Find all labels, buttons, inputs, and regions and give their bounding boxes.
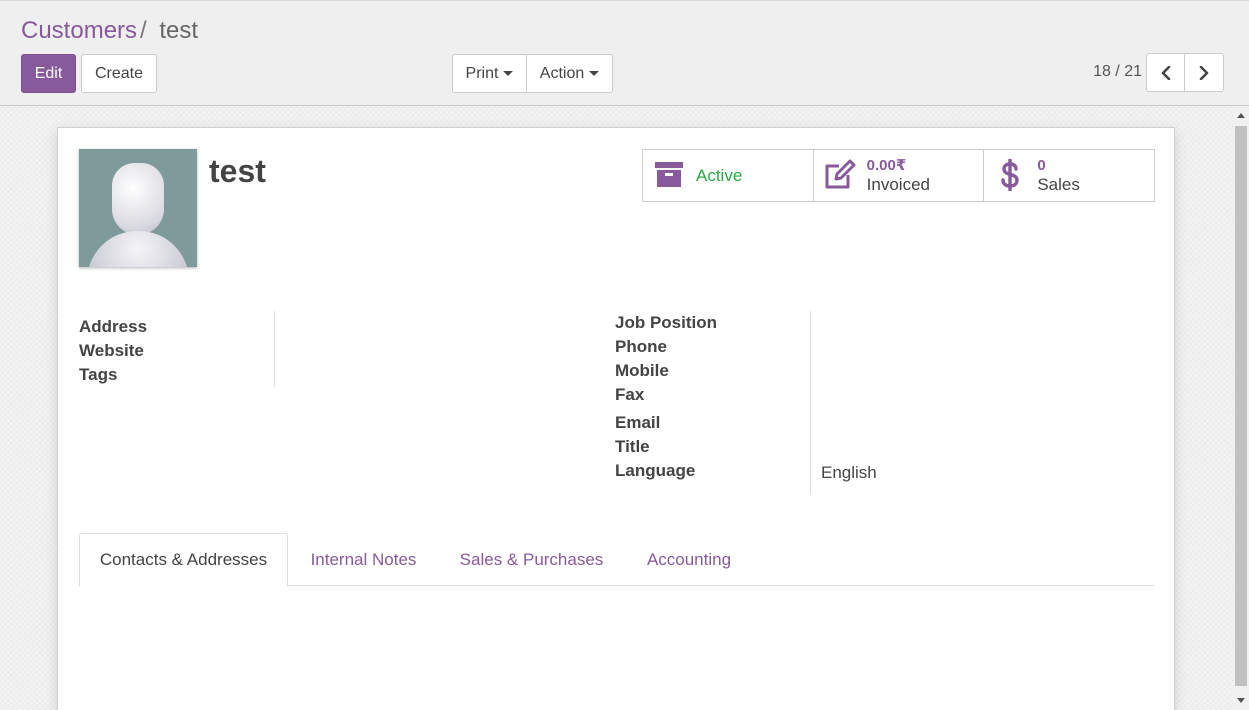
language-label: Language <box>615 461 696 480</box>
breadcrumb-current: test <box>159 17 199 44</box>
form-sheet: test Active 0.00₹ Invoiced 0 Sales Addre… <box>57 127 1175 710</box>
chevron-left-icon <box>1161 65 1170 80</box>
caret-down-icon <box>589 71 600 76</box>
pager-next-button[interactable] <box>1184 53 1224 92</box>
breadcrumb-separator: / <box>140 17 147 44</box>
language-value[interactable]: English <box>821 463 877 483</box>
scroll-down-arrow-icon[interactable] <box>1237 698 1245 703</box>
create-button[interactable]: Create <box>81 54 157 93</box>
invoiced-stat-text: 0.00₹ Invoiced <box>867 156 930 194</box>
phone-label: Phone <box>615 337 667 356</box>
email-label: Email <box>615 413 661 432</box>
edit-button[interactable]: Edit <box>21 54 76 93</box>
archive-icon <box>655 162 683 187</box>
tab-contacts-addresses[interactable]: Contacts & Addresses <box>79 533 288 587</box>
avatar-head-shape <box>112 163 164 235</box>
sales-stat-text: 0 Sales <box>1037 156 1080 194</box>
tab-sales-purchases[interactable]: Sales & Purchases <box>447 533 616 586</box>
pager-previous-button[interactable] <box>1146 53 1185 92</box>
mobile-label: Mobile <box>615 361 669 380</box>
sales-label: Sales <box>1037 175 1080 194</box>
right-group-divider <box>810 311 811 495</box>
print-dropdown-button[interactable]: Print <box>452 54 527 93</box>
sales-value: 0 <box>1037 157 1046 174</box>
vertical-scrollbar[interactable] <box>1233 106 1249 710</box>
record-title: test <box>209 153 266 189</box>
control-panel: Customers / test Edit Create Print Action… <box>0 0 1249 106</box>
sales-stat-button[interactable]: 0 Sales <box>984 150 1154 201</box>
scrollbar-thumb[interactable] <box>1235 126 1247 686</box>
title-label: Title <box>615 437 650 456</box>
invoiced-stat-button[interactable]: 0.00₹ Invoiced <box>814 150 985 201</box>
avatar-shoulders-shape <box>87 231 189 267</box>
invoiced-value: 0.00₹ <box>866 157 907 174</box>
fax-label: Fax <box>615 385 645 404</box>
invoiced-label: Invoiced <box>866 175 930 194</box>
avatar[interactable] <box>79 149 197 267</box>
job-position-label: Job Position <box>615 313 717 332</box>
edit-icon <box>825 159 856 189</box>
action-label: Action <box>539 64 585 82</box>
breadcrumb: Customers / test <box>21 17 198 45</box>
left-group-divider <box>274 311 275 387</box>
address-label: Address <box>79 317 148 336</box>
caret-down-icon <box>503 71 514 76</box>
breadcrumb-customers-link[interactable]: Customers <box>21 17 137 44</box>
scroll-up-arrow-icon[interactable] <box>1237 113 1245 118</box>
tags-label: Tags <box>79 365 118 384</box>
stat-button-box: Active 0.00₹ Invoiced 0 Sales <box>642 149 1155 202</box>
tab-internal-notes[interactable]: Internal Notes <box>298 533 429 586</box>
active-toggle-button[interactable]: Active <box>643 150 814 201</box>
print-label: Print <box>465 64 499 82</box>
action-dropdown-button[interactable]: Action <box>526 54 613 93</box>
website-label: Website <box>79 341 144 360</box>
chevron-right-icon <box>1199 65 1209 80</box>
notebook-tabs: Contacts & Addresses Internal Notes Sale… <box>79 533 1154 587</box>
active-label: Active <box>696 166 743 185</box>
pager-value[interactable]: 18 / 21 <box>1072 63 1142 81</box>
dollar-icon <box>1001 159 1020 191</box>
tab-accounting[interactable]: Accounting <box>635 533 743 586</box>
